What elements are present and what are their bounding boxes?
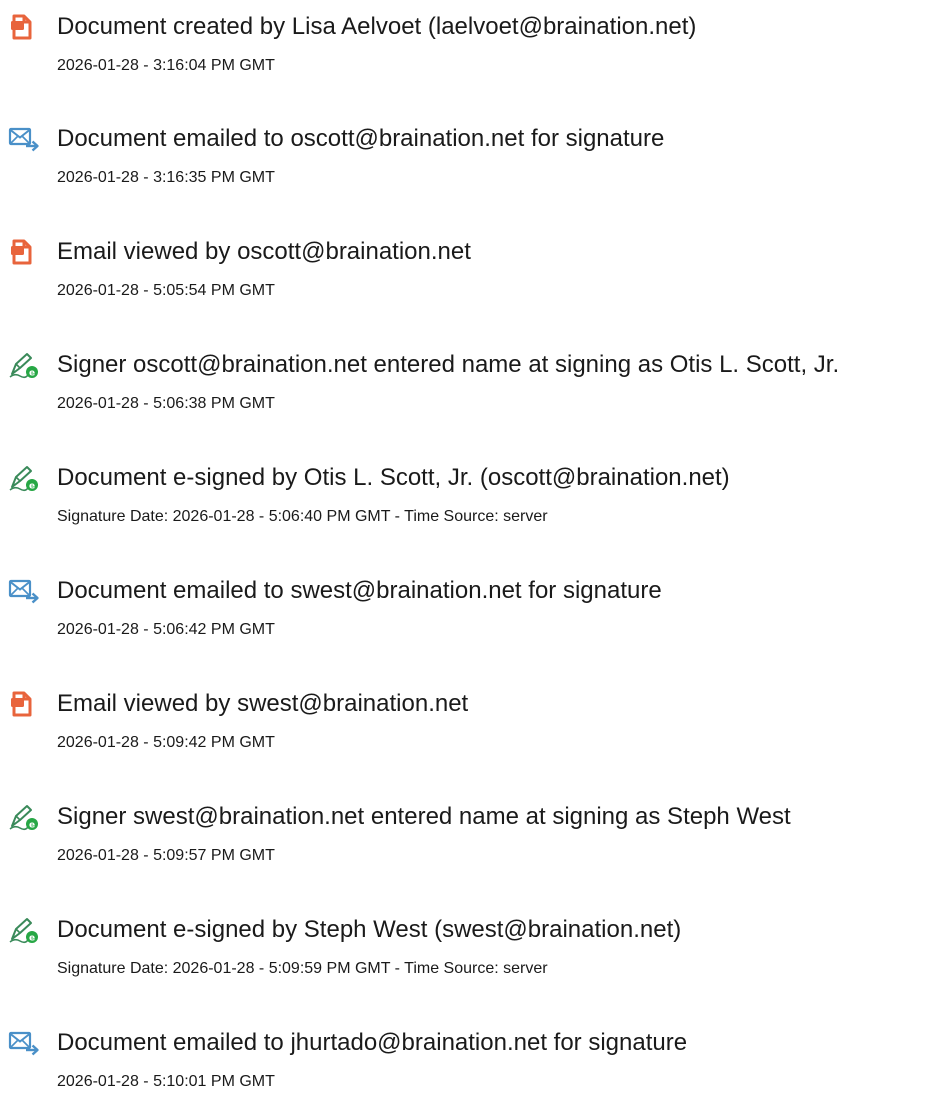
event-timestamp: 2026-01-28 - 5:09:42 PM GMT: [57, 734, 275, 751]
event-title: Document emailed to oscott@braination.ne…: [57, 125, 665, 152]
email-icon: [8, 1028, 40, 1058]
audit-event: e Document e-signed by Otis L. Scott, Jr…: [0, 463, 925, 543]
audit-event: e Document e-signed by Steph West (swest…: [0, 915, 925, 995]
event-timestamp: 2026-01-28 - 3:16:04 PM GMT: [57, 57, 275, 74]
event-title: Signer swest@braination.net entered name…: [57, 803, 791, 830]
event-timestamp: 2026-01-28 - 5:10:01 PM GMT: [57, 1073, 275, 1090]
event-timestamp: 2026-01-28 - 3:16:35 PM GMT: [57, 169, 275, 186]
pen-sign-icon: e: [8, 463, 40, 493]
svg-text:e: e: [29, 369, 35, 379]
pen-sign-icon: e: [8, 350, 40, 380]
audit-event: e Signer oscott@braination.net entered n…: [0, 350, 925, 430]
event-title: Document emailed to swest@braination.net…: [57, 577, 662, 604]
svg-text:e: e: [29, 821, 35, 831]
event-timestamp: 2026-01-28 - 5:05:54 PM GMT: [57, 282, 275, 299]
event-title: Document e-signed by Otis L. Scott, Jr. …: [57, 464, 730, 491]
event-title: Document created by Lisa Aelvoet (laelvo…: [57, 13, 697, 40]
svg-text:e: e: [29, 482, 35, 492]
email-icon: [8, 124, 40, 154]
document-icon: [8, 689, 40, 719]
pen-sign-icon: e: [8, 915, 40, 945]
event-timestamp: Signature Date: 2026-01-28 - 5:06:40 PM …: [57, 508, 548, 525]
event-title: Signer oscott@braination.net entered nam…: [57, 351, 840, 378]
email-icon: [8, 576, 40, 606]
event-title: Email viewed by swest@braination.net: [57, 690, 469, 717]
document-icon: [8, 237, 40, 267]
audit-event: Document emailed to swest@braination.net…: [0, 576, 925, 656]
event-timestamp: 2026-01-28 - 5:06:38 PM GMT: [57, 395, 275, 412]
audit-event: Document emailed to jhurtado@braination.…: [0, 1028, 925, 1108]
pen-sign-icon: e: [8, 802, 40, 832]
audit-event: e Signer swest@braination.net entered na…: [0, 802, 925, 882]
event-timestamp: 2026-01-28 - 5:06:42 PM GMT: [57, 621, 275, 638]
event-title: Email viewed by oscott@braination.net: [57, 238, 471, 265]
event-title: Document emailed to jhurtado@braination.…: [57, 1029, 688, 1056]
audit-event: Email viewed by oscott@braination.net 20…: [0, 237, 925, 317]
svg-text:e: e: [29, 934, 35, 944]
event-timestamp: 2026-01-28 - 5:09:57 PM GMT: [57, 847, 275, 864]
audit-event: Document created by Lisa Aelvoet (laelvo…: [0, 12, 925, 92]
document-icon: [8, 12, 40, 42]
audit-event: Document emailed to oscott@braination.ne…: [0, 124, 925, 204]
audit-event: Email viewed by swest@braination.net 202…: [0, 689, 925, 769]
event-timestamp: Signature Date: 2026-01-28 - 5:09:59 PM …: [57, 960, 548, 977]
event-title: Document e-signed by Steph West (swest@b…: [57, 916, 682, 943]
